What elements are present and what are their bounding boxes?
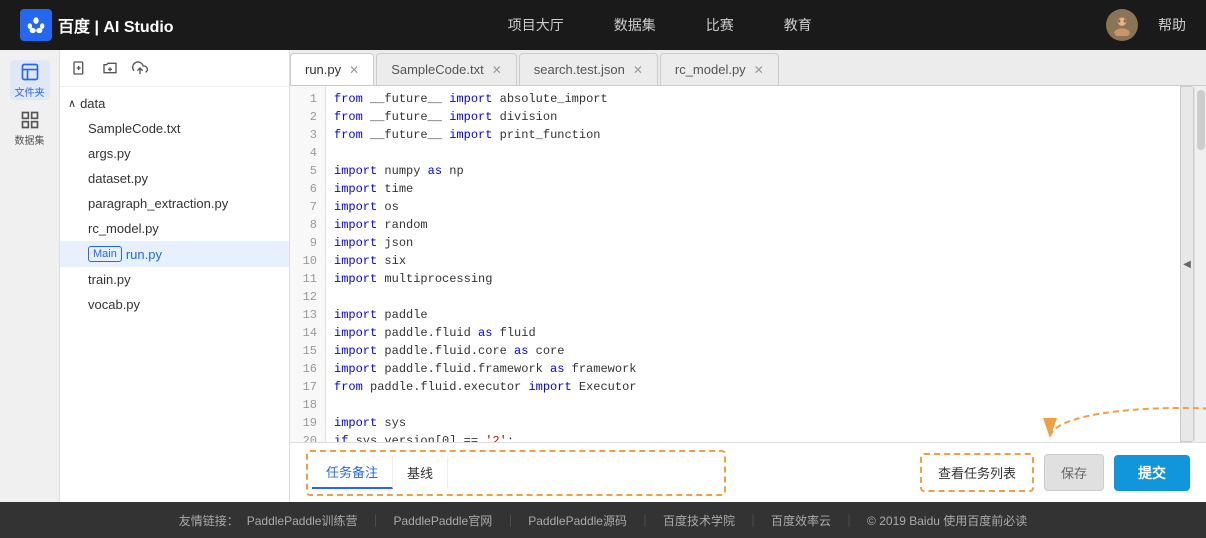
tab-samplecode-label: SampleCode.txt (391, 62, 484, 77)
scrollbar[interactable] (1194, 86, 1206, 442)
editor-wrapper: run.py ✕ SampleCode.txt ✕ search.test.js… (290, 50, 1206, 502)
bottom-tab-baseline[interactable]: 基线 (393, 457, 448, 488)
file-name: train.py (88, 272, 131, 287)
footer-link-2[interactable]: PaddlePaddle官网 (393, 512, 492, 529)
sidebar-item-files[interactable]: 文件夹 (10, 60, 50, 100)
nav-right: 帮助 (1106, 9, 1186, 41)
new-file-icon[interactable] (70, 58, 90, 78)
main-badge: Main (88, 246, 122, 262)
save-button[interactable]: 保存 (1044, 454, 1104, 491)
file-name: paragraph_extraction.py (88, 196, 228, 211)
tab-run-py[interactable]: run.py ✕ (290, 53, 374, 85)
sidebar: 文件夹 数据集 (0, 50, 60, 502)
file-paragraph[interactable]: paragraph_extraction.py (60, 191, 289, 216)
baidu-icon (20, 9, 52, 41)
submit-button[interactable]: 提交 (1114, 455, 1190, 491)
footer-friendship-label: 友情链接： (179, 512, 239, 529)
nav-links: 项目大厅 数据集 比赛 教育 (214, 11, 1106, 39)
file-rcmodel[interactable]: rc_model.py (60, 216, 289, 241)
footer-link-1[interactable]: PaddlePaddle训练营 (247, 512, 358, 529)
editor-tabs: run.py ✕ SampleCode.txt ✕ search.test.js… (290, 50, 1206, 86)
tab-rc-model[interactable]: rc_model.py ✕ (660, 53, 779, 85)
logo[interactable]: 百度 | AI Studio (20, 9, 174, 41)
nav-education[interactable]: 教育 (784, 11, 812, 39)
bottom-input-area: 任务备注 基线 (306, 450, 726, 496)
footer-copyright: © 2019 Baidu 使用百度前必读 (867, 512, 1027, 529)
footer-link-3[interactable]: PaddlePaddle源码 (528, 512, 627, 529)
footer: 友情链接： PaddlePaddle训练营 ｜ PaddlePaddle官网 ｜… (0, 502, 1206, 538)
upload-icon[interactable] (130, 58, 150, 78)
close-tab-rc-model[interactable]: ✕ (754, 64, 764, 76)
footer-link-4[interactable]: 百度技术学院 (663, 512, 735, 529)
line-numbers: 12345 678910 1112131415 1617181920 21222… (290, 86, 326, 442)
view-tasks-button[interactable]: 查看任务列表 (920, 453, 1034, 492)
footer-link-5[interactable]: 百度效率云 (771, 512, 831, 529)
notes-input[interactable] (448, 461, 720, 484)
scrollbar-thumb (1197, 90, 1205, 150)
file-name: rc_model.py (88, 221, 159, 236)
tab-search-json-label: search.test.json (534, 62, 625, 77)
tab-samplecode[interactable]: SampleCode.txt ✕ (376, 53, 517, 85)
file-name: dataset.py (88, 171, 148, 186)
file-samplecode[interactable]: SampleCode.txt (60, 116, 289, 141)
file-tree-header (60, 50, 289, 87)
folder-name: data (80, 96, 105, 111)
file-args[interactable]: args.py (60, 141, 289, 166)
file-name: vocab.py (88, 297, 140, 312)
file-list: ∧ data SampleCode.txt args.py dataset.py… (60, 87, 289, 502)
close-tab-run-py[interactable]: ✕ (349, 64, 359, 76)
file-name-run: run.py (126, 247, 162, 262)
tab-run-py-label: run.py (305, 62, 341, 77)
folder-data[interactable]: ∧ data (60, 91, 289, 116)
avatar[interactable] (1106, 9, 1138, 41)
help-link[interactable]: 帮助 (1158, 15, 1186, 35)
file-dataset[interactable]: dataset.py (60, 166, 289, 191)
new-folder-icon[interactable] (100, 58, 120, 78)
file-train[interactable]: train.py (60, 267, 289, 292)
close-tab-samplecode[interactable]: ✕ (492, 64, 502, 76)
sidebar-files-label: 文件夹 (15, 84, 45, 99)
file-tree: ∧ data SampleCode.txt args.py dataset.py… (60, 50, 290, 502)
top-navigation: 百度 | AI Studio 项目大厅 数据集 比赛 教育 帮助 (0, 0, 1206, 50)
editor-content: 12345 678910 1112131415 1617181920 21222… (290, 86, 1206, 442)
close-tab-search-json[interactable]: ✕ (633, 64, 643, 76)
file-run[interactable]: Main run.py (60, 241, 289, 267)
bottom-right: 查看任务列表 保存 提交 (920, 453, 1190, 492)
nav-projects[interactable]: 项目大厅 (508, 11, 564, 39)
tab-search-json[interactable]: search.test.json ✕ (519, 53, 658, 85)
tab-rc-model-label: rc_model.py (675, 62, 746, 77)
nav-competition[interactable]: 比赛 (706, 11, 734, 39)
sidebar-datasets-label: 数据集 (15, 132, 45, 147)
collapse-arrow-icon: ∧ (68, 97, 76, 110)
bottom-bar: 任务备注 基线 查看任务列表 保存 提交 (290, 442, 1206, 502)
file-name: SampleCode.txt (88, 121, 181, 136)
file-name: args.py (88, 146, 131, 161)
editor-area: run.py ✕ SampleCode.txt ✕ search.test.js… (290, 50, 1206, 502)
file-vocab[interactable]: vocab.py (60, 292, 289, 317)
sidebar-item-datasets[interactable]: 数据集 (10, 108, 50, 148)
logo-text: 百度 | AI Studio (58, 13, 174, 37)
main-area: 文件夹 数据集 (0, 50, 1206, 502)
code-editor[interactable]: from __future__ import absolute_import f… (326, 86, 1180, 442)
nav-datasets[interactable]: 数据集 (614, 11, 656, 39)
bottom-tab-notes[interactable]: 任务备注 (312, 456, 393, 489)
fold-arrow[interactable]: ◀ (1180, 86, 1194, 442)
